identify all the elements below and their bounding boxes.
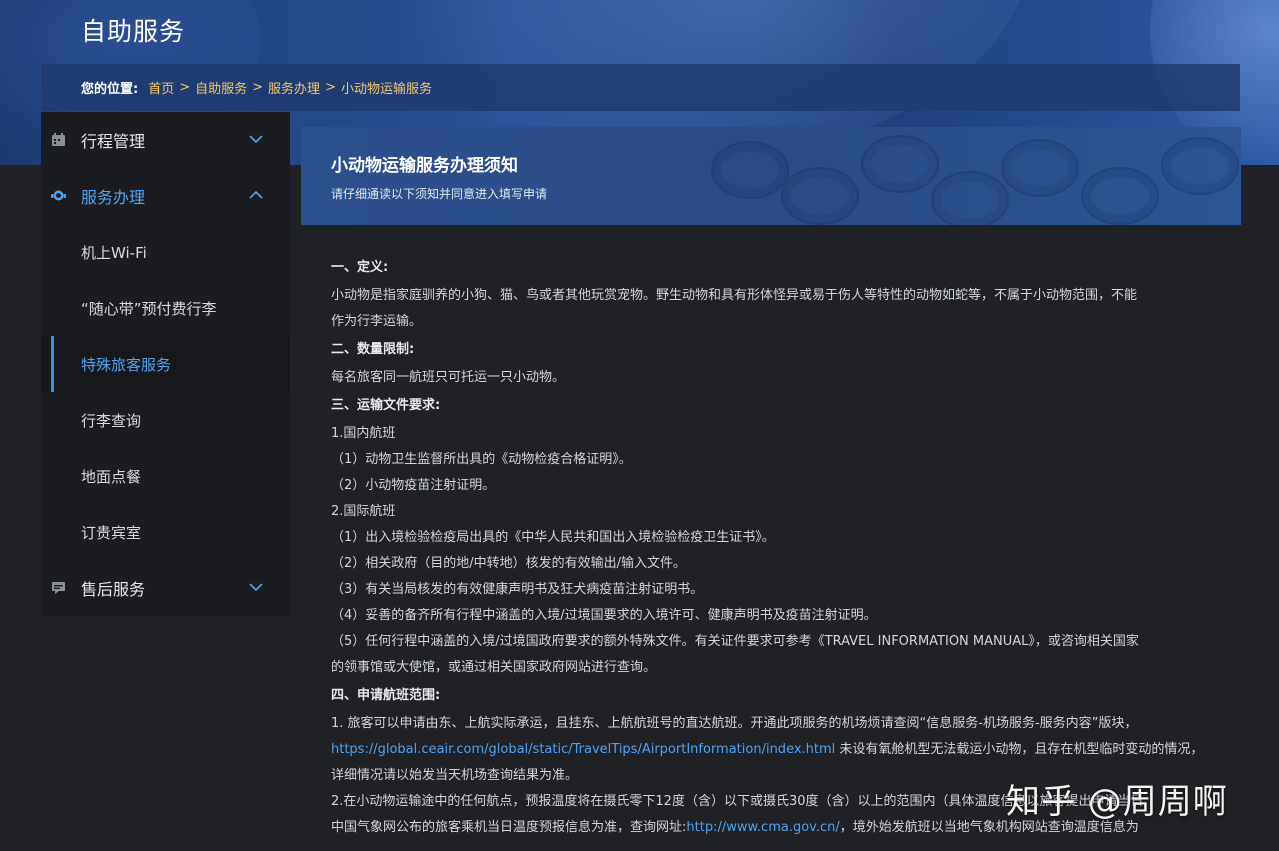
- sidebar-group-label: 售后服务: [81, 580, 146, 599]
- chat-icon: [52, 582, 65, 594]
- sidebar-group-after-sales[interactable]: 售后服务: [41, 560, 290, 616]
- sidebar-item-label: 订贵宾室: [81, 523, 142, 542]
- list-item: （4）妥善的备齐所有行程中涵盖的入境/过境国要求的入境许可、健康声明书及疫苗注射…: [331, 608, 877, 623]
- sidebar-item-label: 地面点餐: [81, 467, 142, 486]
- paragraph: 1. 旅客可以申请由东、上航实际承运，且挂东、上航航班号的直达航班。开通此项服务…: [331, 716, 1138, 731]
- section-heading: 三、运输文件要求:: [331, 398, 441, 413]
- list-item: （2）相关政府（目的地/中转地）核发的有效输出/输入文件。: [331, 556, 687, 571]
- list-item: （5）任何行程中涵盖的入境/过境国政府要求的额外特殊文件。有关证件要求可参考《T…: [331, 634, 1139, 649]
- header-pattern: [931, 171, 1009, 225]
- sidebar-item-label: 机上Wi-Fi: [81, 243, 147, 262]
- paragraph: https://global.ceair.com/global/static/T…: [331, 737, 1211, 763]
- paragraph: 每名旅客同一航班只可托运一只小动物。: [331, 370, 566, 385]
- list-item: （1）出入境检验检疫局出具的《中华人民共和国出入境检验检疫卫生证书》。: [331, 530, 775, 545]
- sidebar-group-label: 服务办理: [81, 188, 146, 207]
- header-pattern: [711, 141, 789, 199]
- header-pattern: [1081, 167, 1159, 225]
- calendar-icon: [52, 133, 65, 146]
- content-subtitle: 请仔细通读以下须知并同意进入填写申请: [331, 187, 548, 201]
- header-pattern: [1001, 139, 1079, 197]
- sidebar-group-trip[interactable]: 行程管理: [41, 112, 290, 168]
- chevron-up-icon: [249, 190, 263, 199]
- sidebar-group-label: 行程管理: [81, 132, 146, 151]
- breadcrumb-self-service[interactable]: 自助服务: [195, 78, 247, 97]
- breadcrumb-home[interactable]: 首页: [148, 78, 174, 97]
- chevron-down-icon: [249, 135, 263, 144]
- chevron-down-icon: [249, 583, 263, 592]
- support-icon: [51, 190, 66, 201]
- sidebar-item-label: 特殊旅客服务: [81, 355, 172, 374]
- content-title: 小动物运输服务办理须知: [331, 156, 518, 176]
- section-heading: 一、定义:: [331, 260, 389, 275]
- paragraph: 作为行李运输。: [331, 314, 423, 329]
- breadcrumb-current: 小动物运输服务: [340, 82, 432, 97]
- airport-info-link[interactable]: https://global.ceair.com/global/static/T…: [331, 742, 835, 757]
- header-pattern: [861, 135, 939, 193]
- notice-body: 一、定义: 小动物是指家庭驯养的小狗、猫、鸟或者其他玩赏宠物。野生动物和具有形体…: [331, 253, 1211, 841]
- sidebar-item-baggage-query[interactable]: 行李查询: [41, 392, 290, 448]
- sidebar: 行程管理 服务办理 机上Wi-Fi “随心带”预付费行李 特殊旅客服务 行李查询…: [41, 112, 290, 616]
- content-header: 小动物运输服务办理须知 请仔细通读以下须知并同意进入填写申请: [301, 127, 1241, 225]
- paragraph-text: 中国气象网公布的旅客乘机当日温度预报信息为准，查询网址:: [331, 820, 687, 835]
- list-item: （1）动物卫生监督所出具的《动物检疫合格证明》。: [331, 452, 632, 467]
- section-heading: 四、申请航班范围:: [331, 688, 441, 703]
- content-panel: 小动物运输服务办理须知 请仔细通读以下须知并同意进入填写申请 一、定义: 小动物…: [301, 127, 1241, 851]
- list-item: （3）有关当局核发的有效健康声明书及狂犬病疫苗注射证明书。: [331, 582, 704, 597]
- paragraph: 1.国内航班: [331, 426, 396, 441]
- sidebar-item-label: 行李查询: [81, 411, 142, 430]
- page-title: 自助服务: [81, 17, 186, 46]
- paragraph-text: 未设有氧舱机型无法载运小动物，且存在机型临时变动的情况，: [835, 742, 1204, 757]
- sidebar-item-label: “随心带”预付费行李: [81, 299, 217, 318]
- sidebar-item-prepaid-baggage[interactable]: “随心带”预付费行李: [41, 280, 290, 336]
- paragraph: 小动物是指家庭驯养的小狗、猫、鸟或者其他玩赏宠物。野生动物和具有形体怪异或易于伤…: [331, 288, 1138, 303]
- list-item: （2）小动物疫苗注射证明。: [331, 478, 496, 493]
- paragraph: 2.国际航班: [331, 504, 396, 519]
- header-pattern: [781, 167, 859, 225]
- list-item: 的领事馆或大使馆，或通过相关国家政府网站进行查询。: [331, 660, 657, 675]
- sidebar-item-special-passenger[interactable]: 特殊旅客服务: [41, 336, 290, 392]
- header-pattern: [1161, 137, 1239, 195]
- sidebar-group-service[interactable]: 服务办理: [41, 168, 290, 224]
- breadcrumb-service[interactable]: 服务办理: [268, 78, 320, 97]
- weather-link[interactable]: http://www.cma.gov.cn/: [686, 820, 839, 835]
- breadcrumb: 您的位置: 首页 > 自助服务 > 服务办理 > 小动物运输服务: [41, 64, 1240, 111]
- breadcrumb-label: 您的位置:: [81, 82, 139, 97]
- sidebar-item-wifi[interactable]: 机上Wi-Fi: [41, 224, 290, 280]
- breadcrumb-separator: >: [179, 80, 191, 95]
- section-heading: 二、数量限制:: [331, 342, 415, 357]
- sidebar-item-ground-meal[interactable]: 地面点餐: [41, 448, 290, 504]
- breadcrumb-separator: >: [325, 80, 336, 95]
- breadcrumb-separator: >: [252, 80, 264, 95]
- sidebar-item-vip-lounge[interactable]: 订贵宾室: [41, 504, 290, 560]
- watermark: 知乎 @周周啊: [1006, 782, 1228, 822]
